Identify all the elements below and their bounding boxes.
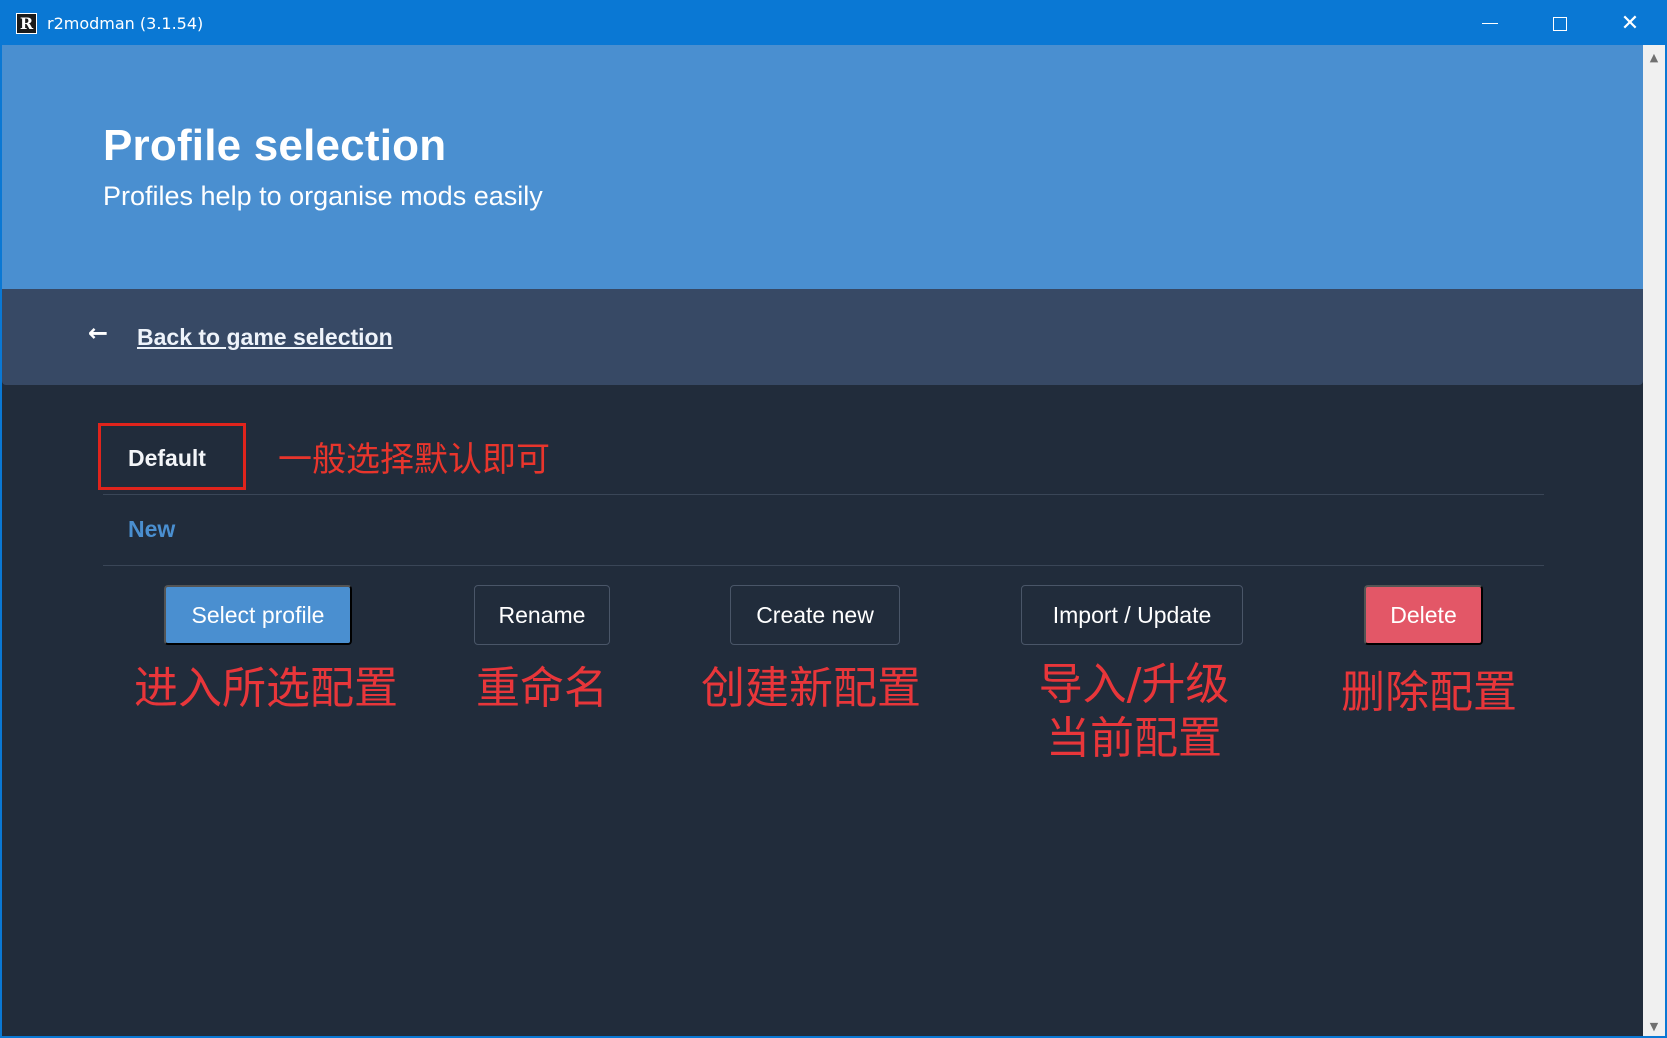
- minimize-button[interactable]: [1455, 2, 1525, 45]
- scroll-up-icon[interactable]: ▲: [1643, 47, 1665, 67]
- annotation-create: 创建新配置: [701, 663, 921, 714]
- profile-item-new[interactable]: New: [103, 494, 1544, 566]
- window-controls: ✕: [1455, 2, 1665, 45]
- scroll-down-icon[interactable]: ▼: [1643, 1016, 1665, 1036]
- annotation-default: 一般选择默认即可: [278, 440, 550, 480]
- annotation-delete: 删除配置: [1341, 667, 1517, 718]
- title-bar[interactable]: R r2modman (3.1.54) ✕: [2, 2, 1665, 45]
- annotation-highlight-box: [98, 423, 246, 490]
- hero-header: Profile selection Profiles help to organ…: [2, 45, 1643, 289]
- arrow-left-icon[interactable]: ←: [88, 319, 108, 347]
- create-new-button[interactable]: Create new: [730, 585, 900, 645]
- minimize-icon: [1482, 22, 1498, 25]
- delete-button[interactable]: Delete: [1364, 585, 1483, 645]
- maximize-icon: [1553, 16, 1567, 31]
- vertical-scrollbar[interactable]: ▲ ▼: [1643, 45, 1665, 1036]
- window-title: r2modman (3.1.54): [47, 14, 204, 33]
- close-icon: ✕: [1620, 10, 1640, 36]
- navigation-bar: ← Back to game selection: [2, 289, 1643, 385]
- annotation-rename: 重命名: [476, 663, 608, 714]
- maximize-button[interactable]: [1525, 2, 1595, 45]
- select-profile-button[interactable]: Select profile: [164, 585, 352, 645]
- page-title: Profile selection: [103, 121, 447, 170]
- page-subtitle: Profiles help to organise mods easily: [103, 181, 543, 211]
- app-logo-icon: R: [16, 13, 37, 34]
- close-button[interactable]: ✕: [1595, 2, 1665, 45]
- annotation-select: 进入所选配置: [134, 663, 398, 714]
- import-update-button[interactable]: Import / Update: [1021, 585, 1243, 645]
- back-to-game-selection-link[interactable]: Back to game selection: [137, 324, 393, 351]
- rename-button[interactable]: Rename: [474, 585, 610, 645]
- profile-name: New: [128, 516, 176, 542]
- annotation-import: 导入/升级 当前配置: [1038, 659, 1230, 764]
- app-window: R r2modman (3.1.54) ✕ Profile selection …: [0, 0, 1667, 1038]
